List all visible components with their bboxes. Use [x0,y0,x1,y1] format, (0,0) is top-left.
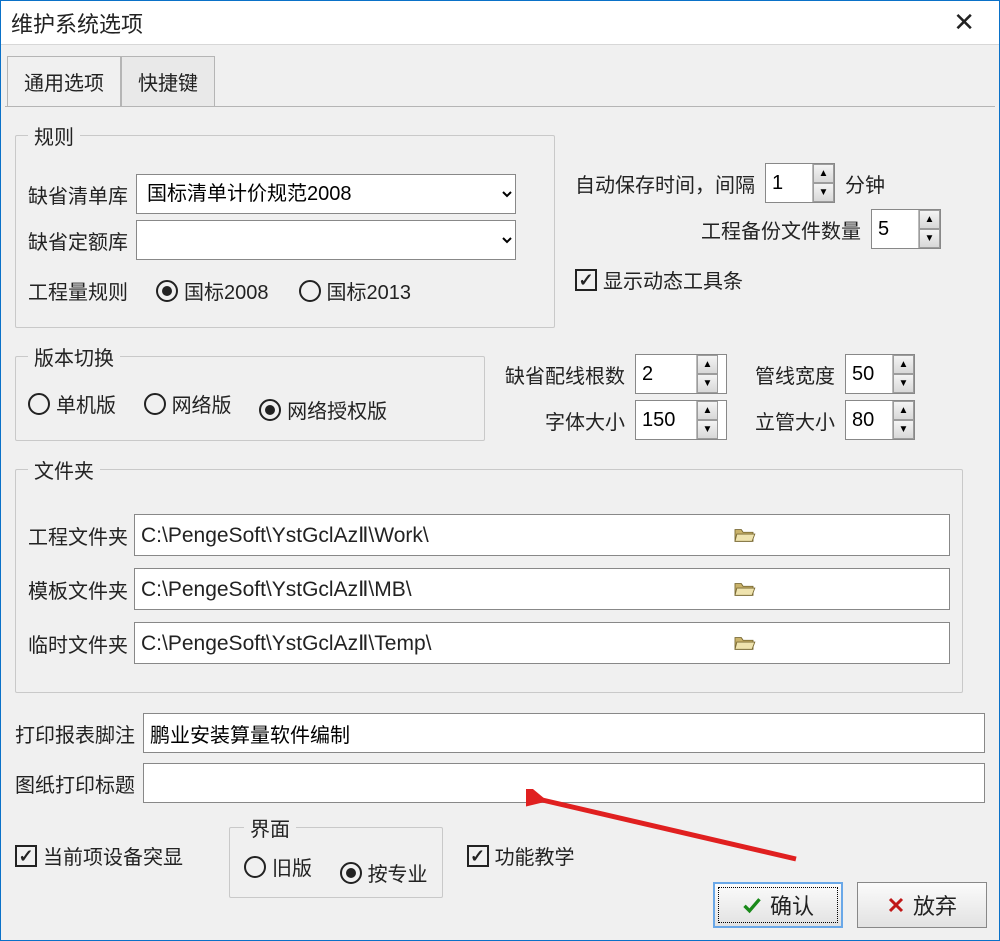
spin-down-icon[interactable]: ▼ [919,229,940,248]
spin-down-icon[interactable]: ▼ [813,183,834,202]
spin-up-icon[interactable]: ▲ [919,210,940,229]
checkbox-icon [467,845,489,867]
ok-button-label: 确认 [770,889,814,921]
tutorial-label: 功能教学 [495,841,575,870]
print-foot-label: 打印报表脚注 [15,719,135,748]
checkbox-icon [575,269,597,291]
temp-folder-label: 临时文件夹 [28,629,128,658]
spin-down-icon[interactable]: ▼ [893,420,914,439]
autosave-unit: 分钟 [845,169,885,198]
mb-folder-value: C:\PengeSoft\YstGclAzⅡ\MB\ [141,577,539,602]
cancel-button[interactable]: 放弃 [857,882,987,928]
font-size-input[interactable] [636,401,696,439]
ok-button[interactable]: 确认 [713,882,843,928]
backup-count-label: 工程备份文件数量 [701,215,861,244]
wire-count-label: 缺省配线根数 [505,360,625,389]
list-lib-label: 缺省清单库 [28,180,128,209]
cancel-button-label: 放弃 [913,889,957,921]
riser-size[interactable]: ▲▼ [845,400,915,440]
tutorial-checkbox[interactable]: 功能教学 [467,841,575,870]
radio-icon [156,280,178,302]
wire-count-input[interactable] [636,355,696,393]
work-folder-input[interactable]: C:\PengeSoft\YstGclAzⅡ\Work\ [134,514,950,556]
radio-icon [144,393,166,415]
ui-by-discipline[interactable]: 按专业 [340,858,428,887]
version-network-auth[interactable]: 网络授权版 [259,395,387,424]
version-network[interactable]: 网络版 [144,389,232,418]
highlight-current-device[interactable]: 当前项设备突显 [15,841,183,870]
spin-up-icon[interactable]: ▲ [697,401,718,420]
spin-up-icon[interactable]: ▲ [893,401,914,420]
version-network-label: 网络版 [172,389,232,418]
radio-icon [244,856,266,878]
quota-lib-select[interactable] [136,220,516,260]
riser-size-input[interactable] [846,401,892,439]
mb-folder-input[interactable]: C:\PengeSoft\YstGclAzⅡ\MB\ [134,568,950,610]
autosave-interval[interactable]: ▲▼ [765,163,835,203]
backup-count[interactable]: ▲▼ [871,209,941,249]
cross-icon [887,896,905,914]
spin-down-icon[interactable]: ▼ [893,374,914,393]
sheet-title-input[interactable] [143,763,985,803]
qty-rule-2008[interactable]: 国标2008 [156,276,269,305]
folder-open-icon[interactable] [545,634,943,652]
temp-folder-input[interactable]: C:\PengeSoft\YstGclAzⅡ\Temp\ [134,622,950,664]
window-title: 维护系统选项 [11,7,143,39]
mb-folder-label: 模板文件夹 [28,575,128,604]
spin-down-icon[interactable]: ▼ [697,420,718,439]
pipe-width-input[interactable] [846,355,892,393]
ui-old-label: 旧版 [272,852,312,881]
folders-legend: 文件夹 [28,455,100,484]
version-standalone-label: 单机版 [56,389,116,418]
spin-up-icon[interactable]: ▲ [697,355,718,374]
work-folder-label: 工程文件夹 [28,521,128,550]
wire-count[interactable]: ▲▼ [635,354,727,394]
qty-rule-2008-label: 国标2008 [184,276,269,305]
spin-down-icon[interactable]: ▼ [697,374,718,393]
radio-icon [28,393,50,415]
temp-folder-value: C:\PengeSoft\YstGclAzⅡ\Temp\ [141,631,539,656]
check-icon [742,895,762,915]
autosave-label: 自动保存时间，间隔 [575,169,755,198]
spin-up-icon[interactable]: ▲ [813,164,834,183]
checkbox-icon [15,845,37,867]
folder-open-icon[interactable] [545,526,943,544]
sheet-title-label: 图纸打印标题 [15,769,135,798]
radio-icon [259,399,281,421]
ui-by-discipline-label: 按专业 [368,858,428,887]
qty-rule-label: 工程量规则 [28,276,128,305]
version-standalone[interactable]: 单机版 [28,389,116,418]
autosave-interval-input[interactable] [766,164,812,202]
pipe-width[interactable]: ▲▼ [845,354,915,394]
qty-rule-2013[interactable]: 国标2013 [299,276,412,305]
tab-shortcut[interactable]: 快捷键 [121,56,215,107]
work-folder-value: C:\PengeSoft\YstGclAzⅡ\Work\ [141,523,539,548]
list-lib-select[interactable]: 国标清单计价规范2008 [136,174,516,214]
ui-old[interactable]: 旧版 [244,852,312,881]
pipe-width-label: 管线宽度 [755,360,835,389]
ui-legend: 界面 [244,813,296,842]
radio-icon [340,862,362,884]
highlight-current-device-label: 当前项设备突显 [43,841,183,870]
version-legend: 版本切换 [28,342,120,371]
rules-legend: 规则 [28,121,80,150]
radio-icon [299,280,321,302]
show-dynamic-toolbar-label: 显示动态工具条 [603,265,743,294]
quota-lib-label: 缺省定额库 [28,226,128,255]
folder-open-icon[interactable] [545,580,943,598]
tab-general[interactable]: 通用选项 [7,56,121,107]
font-size-label: 字体大小 [545,406,625,435]
version-network-auth-label: 网络授权版 [287,395,387,424]
backup-count-input[interactable] [872,210,918,248]
font-size[interactable]: ▲▼ [635,400,727,440]
riser-size-label: 立管大小 [755,406,835,435]
show-dynamic-toolbar[interactable]: 显示动态工具条 [575,265,743,294]
close-icon[interactable]: ✕ [941,3,987,42]
spin-up-icon[interactable]: ▲ [893,355,914,374]
qty-rule-2013-label: 国标2013 [327,276,412,305]
print-foot-input[interactable] [143,713,985,753]
